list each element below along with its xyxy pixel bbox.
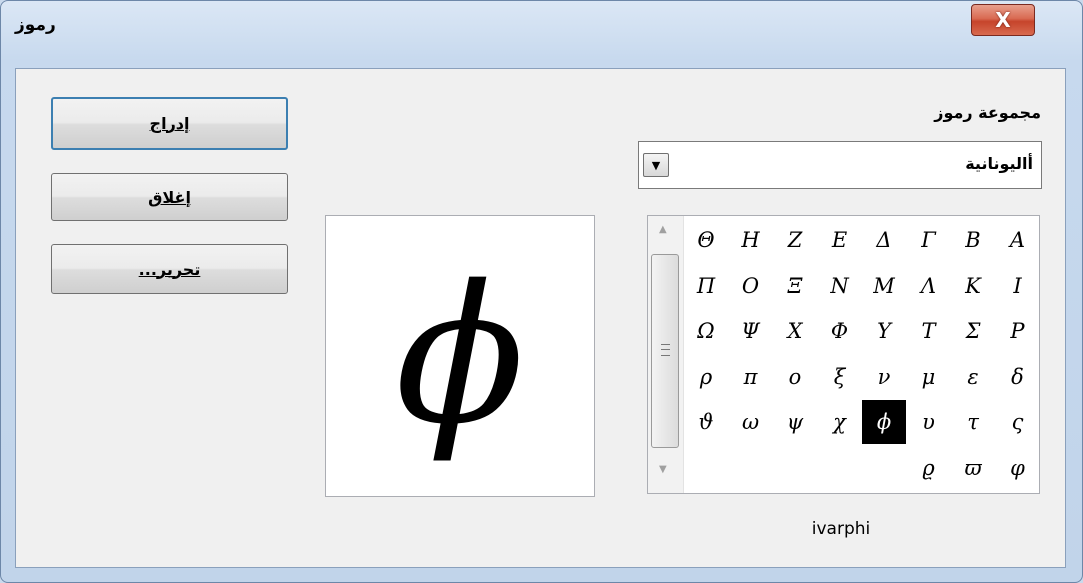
edit-button-label: تحرير... bbox=[138, 259, 201, 279]
preview-symbol: ϕ bbox=[395, 245, 525, 466]
chevron-down-icon[interactable]: ▼ bbox=[643, 153, 669, 177]
symbol-cell[interactable]: τ bbox=[951, 400, 995, 444]
symbol-cell[interactable]: ξ bbox=[818, 355, 862, 399]
symbol-cell[interactable]: Ψ bbox=[729, 309, 773, 353]
symbol-set-label: مجموعة رموز bbox=[934, 103, 1041, 122]
symbol-cell[interactable]: I bbox=[996, 264, 1040, 308]
symbol-cell[interactable]: χ bbox=[818, 400, 862, 444]
symbol-set-value: أاليونانية bbox=[965, 154, 1033, 173]
symbol-cell[interactable]: ϕ bbox=[862, 400, 906, 444]
symbol-cell[interactable]: T bbox=[907, 309, 951, 353]
close-button[interactable]: إغلاق bbox=[51, 173, 288, 221]
symbol-cell[interactable]: ν bbox=[862, 355, 906, 399]
symbol-cell[interactable]: K bbox=[951, 264, 995, 308]
selected-symbol-name: ivarphi bbox=[811, 519, 871, 539]
symbol-cell[interactable]: Π bbox=[684, 264, 728, 308]
symbol-cell[interactable]: ς bbox=[996, 400, 1040, 444]
symbol-cell[interactable]: ψ bbox=[773, 400, 817, 444]
symbol-cell[interactable]: Γ bbox=[907, 218, 951, 262]
grip-icon bbox=[661, 344, 670, 356]
symbol-cell[interactable]: Θ bbox=[684, 218, 728, 262]
symbol-cell[interactable]: P bbox=[996, 309, 1040, 353]
symbol-cell[interactable]: ϱ bbox=[907, 446, 951, 490]
insert-button-label: إدراج bbox=[149, 114, 190, 133]
symbol-cell[interactable]: A bbox=[996, 218, 1040, 262]
symbol-grid-scrollbar[interactable]: ▲ ▼ bbox=[648, 216, 684, 493]
symbol-cell[interactable]: υ bbox=[907, 400, 951, 444]
symbol-cell[interactable]: ο bbox=[773, 355, 817, 399]
symbol-cell[interactable]: Φ bbox=[818, 309, 862, 353]
close-window-button[interactable]: X bbox=[971, 4, 1035, 36]
symbol-cell[interactable]: Λ bbox=[907, 264, 951, 308]
symbol-cell[interactable]: O bbox=[729, 264, 773, 308]
scroll-thumb[interactable] bbox=[651, 254, 679, 448]
symbol-cell[interactable]: δ bbox=[996, 355, 1040, 399]
symbols-dialog: رموز X إدراج إغلاق تحرير... ϕ مجموعة رمو… bbox=[0, 0, 1083, 583]
insert-button[interactable]: إدراج bbox=[51, 97, 288, 150]
symbol-preview: ϕ bbox=[325, 215, 595, 497]
symbol-cell[interactable]: X bbox=[773, 309, 817, 353]
symbol-cell[interactable]: ρ bbox=[684, 355, 728, 399]
symbol-cell[interactable]: H bbox=[729, 218, 773, 262]
dialog-client-area: إدراج إغلاق تحرير... ϕ مجموعة رموز أاليو… bbox=[15, 68, 1066, 568]
symbol-grid: ▲ ▼ ABΓΔEZHΘ IKΛMNΞOΠ PΣTΥΦXΨΩδεμνξοπρ ςτυϕ… bbox=[647, 215, 1040, 494]
close-button-label: إغلاق bbox=[148, 187, 191, 207]
dialog-title: رموز bbox=[15, 15, 56, 35]
symbol-cell[interactable]: Z bbox=[773, 218, 817, 262]
symbol-cell[interactable]: B bbox=[951, 218, 995, 262]
symbol-cell[interactable]: ϑ bbox=[684, 400, 728, 444]
symbol-cell[interactable]: Ω bbox=[684, 309, 728, 353]
symbol-cell[interactable]: M bbox=[862, 264, 906, 308]
close-icon: X bbox=[995, 8, 1011, 32]
scroll-down-icon[interactable]: ▼ bbox=[659, 464, 667, 475]
symbol-cell[interactable]: Υ bbox=[862, 309, 906, 353]
symbol-cell[interactable]: φ bbox=[996, 446, 1040, 490]
symbol-cell[interactable]: E bbox=[818, 218, 862, 262]
symbol-set-select[interactable]: أاليونانية ▼ bbox=[638, 141, 1042, 189]
symbol-cell[interactable]: Ξ bbox=[773, 264, 817, 308]
symbol-cell[interactable]: Δ bbox=[862, 218, 906, 262]
scroll-up-icon[interactable]: ▲ bbox=[659, 224, 667, 235]
edit-button[interactable]: تحرير... bbox=[51, 244, 288, 294]
symbol-cell[interactable]: ω bbox=[729, 400, 773, 444]
symbol-cell[interactable]: ε bbox=[951, 355, 995, 399]
symbol-cell[interactable]: μ bbox=[907, 355, 951, 399]
symbol-cell[interactable]: Σ bbox=[951, 309, 995, 353]
symbol-cell[interactable]: N bbox=[818, 264, 862, 308]
symbol-cell[interactable]: ϖ bbox=[951, 446, 995, 490]
symbol-cell[interactable]: π bbox=[729, 355, 773, 399]
